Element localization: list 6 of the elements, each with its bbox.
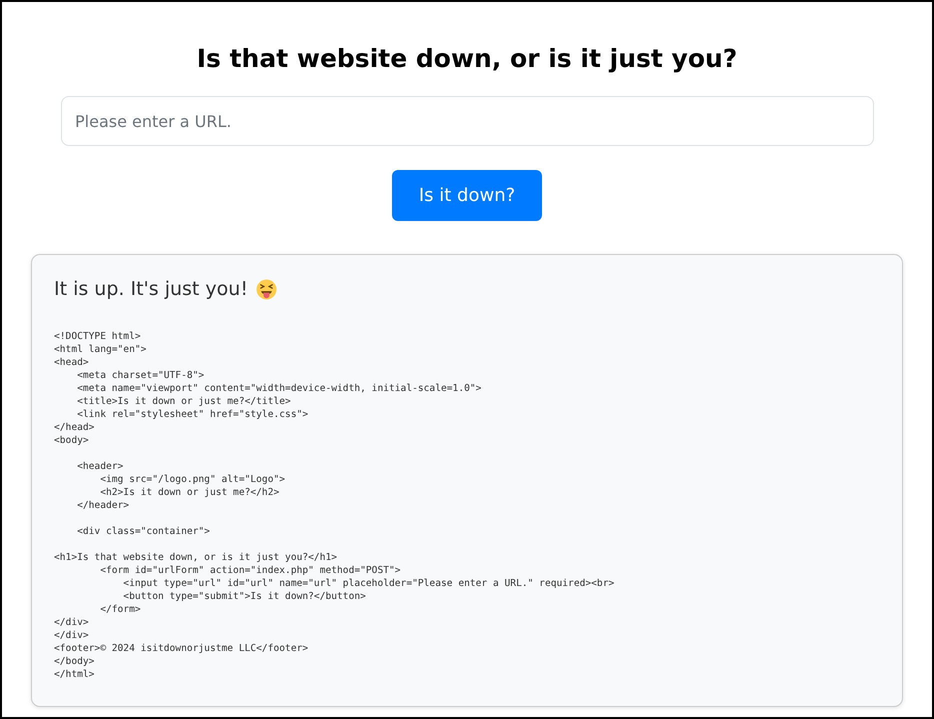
- url-field[interactable]: Please enter a URL.: [61, 96, 874, 146]
- emoji-icon: [256, 278, 277, 300]
- page-title: Is that website down, or is it just you?: [196, 44, 738, 74]
- source-code: <!DOCTYPE html> <html lang="en"> <head> <meta charset="UTF-8"> <meta name="viewport" content="width=device-width, initial-scale=1.0"> <title>Is it down or just me?</title> <link rel="stylesheet" href="style.css"> </head> <body> <header> <img src="/logo.png" alt="Logo"> <h2>Is it down or just me?</h2> </header> <div class="container"> <h1>Is that website down, or is it just you?</h1> <form id="urlForm" action="index.php" method="POST"> <input type="url" id="url" name="url" placeholder="Please enter a URL." required><br> <button type="submit">Is it down?</button> </form> </div> </div> <footer>© 2024 isitdownorjustme LLC</footer> </body> </html>: [54, 330, 616, 680]
- result-message: It is up. It's just you!: [54, 277, 248, 302]
- submit-button[interactable]: Is it down?: [392, 170, 542, 221]
